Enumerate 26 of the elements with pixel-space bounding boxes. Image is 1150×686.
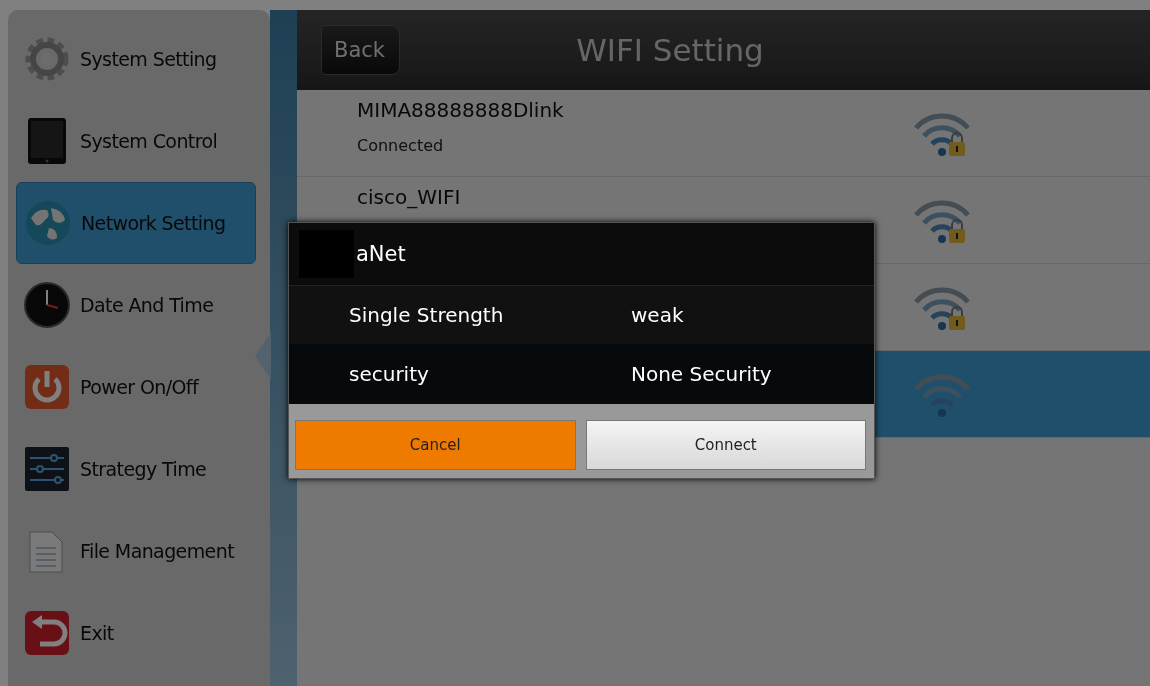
sidebar-item[interactable]: Power On/Off (16, 346, 256, 428)
cancel-button[interactable]: Cancel (295, 420, 576, 470)
info-label: Single Strength (348, 303, 505, 327)
info-label: security (348, 362, 430, 386)
back-button[interactable]: Back (321, 25, 400, 75)
sidebar-item[interactable]: Exit (16, 592, 256, 674)
globe-icon (23, 198, 73, 248)
connect-button[interactable]: Connect (585, 420, 866, 470)
network-name: cisco_WIFI (357, 185, 462, 209)
info-value: None Security (631, 362, 772, 386)
clock-icon (22, 280, 72, 330)
sidebar-item[interactable]: File Management (16, 510, 256, 592)
network-name: MIMA88888888Dlink (357, 98, 565, 122)
power-icon (22, 362, 72, 412)
sidebar-item[interactable]: Network Setting (16, 182, 256, 264)
sidebar-item[interactable]: System Control (16, 100, 256, 182)
page-title: WIFI Setting (575, 32, 765, 68)
dialog-title: aNet (356, 242, 406, 266)
sidebar-item[interactable]: System Setting (16, 18, 256, 100)
sidebar-item[interactable]: Strategy Time (16, 428, 256, 510)
network-row[interactable]: MIMA88888888Dlink Connected (297, 90, 1150, 177)
info-value: weak (631, 303, 684, 327)
sliders-icon (22, 444, 72, 494)
network-status: Connected (357, 136, 445, 155)
exit-icon (22, 608, 72, 658)
sidebar-item[interactable]: Date And Time (16, 264, 256, 346)
